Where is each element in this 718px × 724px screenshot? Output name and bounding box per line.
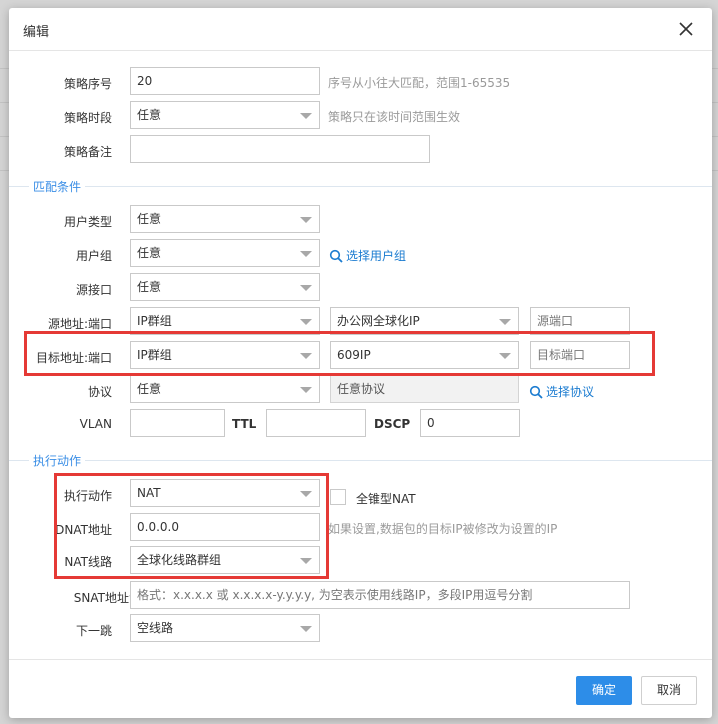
user-type-select[interactable]: 任意 — [130, 205, 320, 233]
src-addr-label: 源地址:端口 — [47, 317, 112, 331]
confirm-button[interactable]: 确定 — [576, 676, 632, 705]
chevron-down-icon — [300, 353, 312, 359]
action-select[interactable]: NAT — [130, 479, 320, 507]
policy-seq-input[interactable]: 20 — [130, 67, 320, 95]
protocol-label: 协议 — [87, 385, 112, 399]
chevron-down-icon — [300, 626, 312, 632]
src-iface-label: 源接口 — [75, 283, 112, 297]
policy-time-label: 策略时段 — [63, 111, 112, 125]
policy-time-value: 任意 — [137, 108, 162, 122]
select-user-group-label: 选择用户组 — [346, 249, 407, 263]
nat-line-select[interactable]: 全球化线路群组 — [130, 546, 320, 574]
protocol-select[interactable]: 任意 — [130, 375, 320, 403]
edit-dialog: 编辑 策略序号 20 序号从小往大匹配，范围1-65535 策略时段 任意 策略… — [9, 8, 712, 718]
user-group-value: 任意 — [137, 246, 162, 260]
search-icon — [329, 249, 343, 263]
cancel-button[interactable]: 取消 — [641, 676, 697, 705]
dst-addr-group-value: 609IP — [337, 348, 371, 362]
chevron-down-icon — [499, 353, 511, 359]
policy-time-hint: 策略只在该时间范围生效 — [328, 110, 461, 124]
chevron-down-icon — [300, 285, 312, 291]
chevron-down-icon — [499, 319, 511, 325]
dialog-footer: 确定 取消 — [9, 659, 712, 719]
user-type-label: 用户类型 — [63, 215, 112, 229]
dnat-hint: 如果设置,数据包的目标IP被修改为设置的IP — [328, 522, 558, 536]
action-section-title: 执行动作 — [29, 452, 86, 469]
chevron-down-icon — [300, 387, 312, 393]
dst-port-input[interactable]: 目标端口 — [530, 341, 630, 369]
policy-note-input[interactable] — [130, 135, 430, 163]
dialog-header: 编辑 — [9, 8, 712, 51]
dst-addr-group-select[interactable]: 609IP — [330, 341, 519, 369]
match-section-title: 匹配条件 — [29, 178, 86, 195]
policy-seq-hint: 序号从小往大匹配，范围1-65535 — [328, 76, 511, 90]
select-protocol-link[interactable]: 选择协议 — [529, 383, 594, 400]
user-group-label: 用户组 — [75, 249, 112, 263]
nat-line-value: 全球化线路群组 — [137, 553, 222, 567]
src-port-input[interactable]: 源端口 — [530, 307, 630, 335]
section-divider — [9, 186, 712, 187]
policy-seq-label: 策略序号 — [63, 77, 112, 91]
chevron-down-icon — [300, 113, 312, 119]
dnat-label: DNAT地址 — [55, 523, 112, 537]
chevron-down-icon — [300, 491, 312, 497]
src-addr-type-value: IP群组 — [137, 314, 172, 328]
next-hop-label: 下一跳 — [75, 624, 112, 638]
protocol-value: 任意 — [137, 382, 162, 396]
next-hop-select[interactable]: 空线路 — [130, 614, 320, 642]
select-user-group-link[interactable]: 选择用户组 — [329, 247, 406, 264]
protocol-detail-field: 任意协议 — [330, 375, 519, 403]
chevron-down-icon — [300, 217, 312, 223]
src-addr-group-select[interactable]: 办公网全球化IP — [330, 307, 519, 335]
ttl-input[interactable] — [266, 409, 366, 437]
dnat-input[interactable]: 0.0.0.0 — [130, 513, 320, 541]
snat-pool-input[interactable]: 格式：x.x.x.x 或 x.x.x.x-y.y.y.y, 为空表示使用线路IP… — [130, 581, 630, 609]
policy-note-label: 策略备注 — [63, 145, 112, 159]
dscp-input[interactable]: 0 — [420, 409, 520, 437]
ttl-label: TTL — [232, 417, 257, 431]
src-iface-value: 任意 — [137, 280, 162, 294]
src-addr-type-select[interactable]: IP群组 — [130, 307, 320, 335]
section-divider — [9, 460, 712, 461]
chevron-down-icon — [300, 319, 312, 325]
action-label: 执行动作 — [63, 489, 112, 503]
dialog-title: 编辑 — [23, 25, 50, 40]
dst-addr-type-value: IP群组 — [137, 348, 172, 362]
dst-addr-type-select[interactable]: IP群组 — [130, 341, 320, 369]
vlan-label: VLAN — [79, 417, 112, 431]
full-cone-nat-label: 全锥型NAT — [356, 492, 416, 506]
user-group-select[interactable]: 任意 — [130, 239, 320, 267]
action-value: NAT — [137, 486, 161, 500]
src-iface-select[interactable]: 任意 — [130, 273, 320, 301]
vlan-input[interactable] — [130, 409, 225, 437]
next-hop-value: 空线路 — [137, 621, 174, 635]
dscp-label: DSCP — [374, 417, 411, 431]
search-icon — [529, 385, 543, 399]
nat-line-label: NAT线路 — [64, 555, 112, 569]
policy-time-select[interactable]: 任意 — [130, 101, 320, 129]
dst-addr-label: 目标地址:端口 — [35, 351, 112, 365]
chevron-down-icon — [300, 558, 312, 564]
chevron-down-icon — [300, 251, 312, 257]
full-cone-nat-checkbox[interactable] — [330, 489, 346, 505]
close-icon[interactable] — [678, 21, 694, 37]
user-type-value: 任意 — [137, 212, 162, 226]
select-protocol-label: 选择协议 — [546, 385, 595, 399]
src-addr-group-value: 办公网全球化IP — [337, 314, 420, 328]
